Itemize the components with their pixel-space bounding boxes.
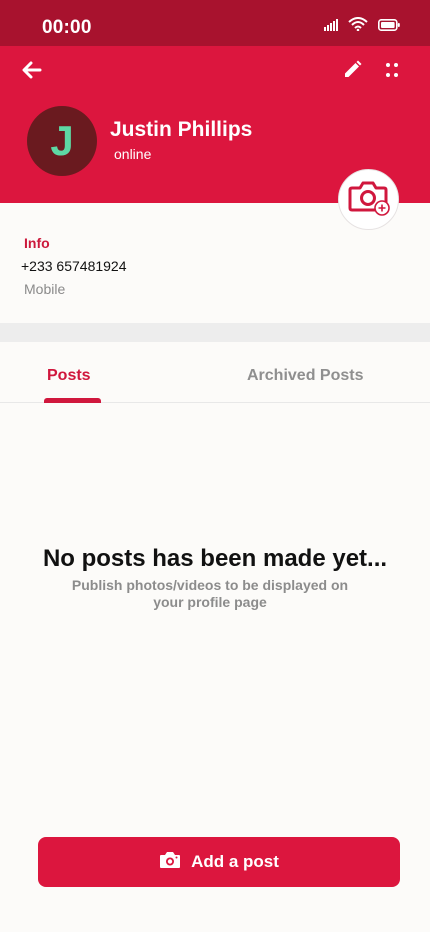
- add-post-label: Add a post: [191, 852, 279, 871]
- battery-icon: [378, 18, 400, 36]
- empty-state-subtitle: Publish photos/videos to be displayed on…: [71, 577, 349, 610]
- tab-posts[interactable]: Posts: [47, 367, 91, 385]
- signal-icon: [324, 18, 338, 36]
- status-time: 00:00: [42, 17, 92, 38]
- user-name: Justin Phillips: [110, 118, 253, 141]
- change-photo-button[interactable]: [338, 169, 399, 230]
- posts-tabs: Posts Archived Posts: [0, 342, 430, 403]
- wifi-icon: [348, 17, 368, 36]
- add-photo-camera-icon: [348, 178, 390, 221]
- active-tab-indicator: [44, 398, 101, 403]
- avatar[interactable]: J: [27, 106, 97, 176]
- tab-archived-posts[interactable]: Archived Posts: [247, 367, 363, 385]
- more-dots-icon: [385, 62, 399, 83]
- edit-pencil-icon: [342, 60, 362, 85]
- edit-profile-button[interactable]: [340, 60, 364, 84]
- section-divider: [0, 323, 430, 342]
- phone-number[interactable]: +233 657481924: [21, 258, 127, 274]
- avatar-initial: J: [50, 117, 74, 164]
- more-options-button[interactable]: [380, 60, 404, 84]
- back-button[interactable]: [20, 60, 44, 84]
- empty-state-title: No posts has been made yet...: [42, 545, 388, 572]
- add-post-button[interactable]: Add a post: [38, 837, 400, 887]
- user-status: online: [114, 146, 152, 162]
- status-icons: [324, 17, 400, 36]
- back-arrow-icon: [22, 61, 42, 84]
- camera-icon: [159, 851, 181, 874]
- info-title: Info: [24, 235, 50, 251]
- status-bar: 00:00: [0, 0, 430, 46]
- phone-type-label: Mobile: [24, 281, 66, 297]
